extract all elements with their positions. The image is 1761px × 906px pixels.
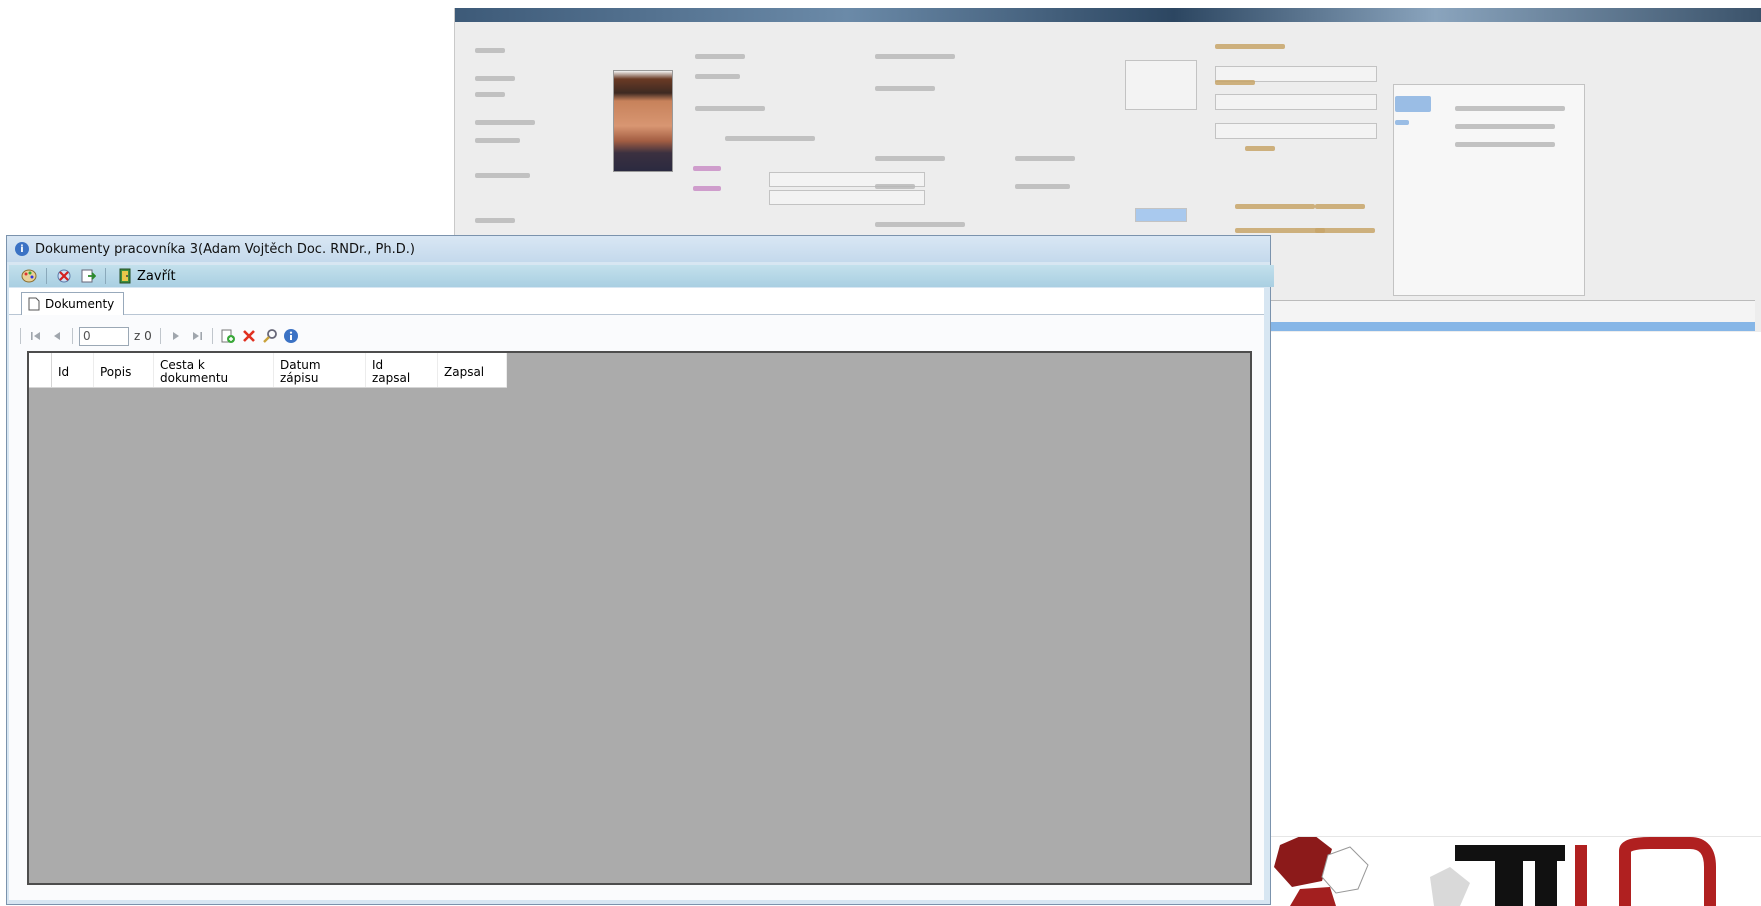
navigator-separator [159,328,161,344]
bg-text [1235,228,1325,233]
prev-record-icon[interactable] [48,327,66,345]
bg-text [1395,120,1409,125]
bg-text [475,92,505,97]
background-field [1215,123,1377,139]
column-id-zapsal[interactable]: Id zapsal [366,353,438,387]
bg-text [1315,228,1375,233]
bg-text [695,106,765,111]
row-header-corner[interactable] [29,353,52,387]
bg-text [695,74,740,79]
exit-door-icon [119,268,131,284]
bg-text [1455,106,1565,111]
employee-photo [613,70,673,172]
background-panel [1125,60,1197,110]
document-icon [28,297,40,311]
column-popis[interactable]: Popis [94,353,154,387]
background-titlebar [455,8,1761,22]
add-icon[interactable] [219,327,237,345]
info-icon: i [15,242,29,256]
background-list [1393,84,1585,296]
binding-navigator: z 0 [17,324,300,348]
bg-text [725,136,815,141]
bg-text [693,166,721,171]
navigator-separator [72,328,73,344]
column-id[interactable]: Id [52,353,94,387]
bg-text [875,184,915,189]
bg-text [875,156,945,161]
column-cesta[interactable]: Cesta k dokumentu [154,353,274,387]
grid-header: Id Popis Cesta k dokumentu Datum zápisu … [29,353,507,388]
bg-text [875,86,935,91]
window-content: Dokumenty z 0 [9,288,1264,900]
palette-icon[interactable] [19,266,39,286]
position-input[interactable] [79,326,129,346]
bg-text [1395,96,1431,112]
tab-label: Dokumenty [45,297,115,311]
last-record-icon[interactable] [188,327,206,345]
window-title: Dokumenty pracovníka 3(Adam Vojtěch Doc.… [35,241,415,257]
bg-text [1455,142,1555,147]
bg-text [475,173,530,178]
background-selected-field [1135,208,1187,222]
export-icon[interactable] [78,266,98,286]
toolbar-separator [46,268,47,284]
bg-text [1235,204,1315,209]
info-icon[interactable] [282,327,300,345]
bg-text [1015,156,1075,161]
documents-window: i Dokumenty pracovníka 3(Adam Vojtěch Do… [6,235,1274,905]
toolbar-separator [105,268,106,284]
tab-dokumenty[interactable]: Dokumenty [21,292,125,315]
delete-filter-icon[interactable] [54,266,74,286]
bg-text [1315,204,1365,209]
record-count: z 0 [134,329,152,343]
documents-grid[interactable]: Id Popis Cesta k dokumentu Datum zápisu … [27,351,1252,885]
bg-text [1245,146,1275,151]
bg-text [475,120,535,125]
navigator-separator [211,328,213,344]
next-record-icon[interactable] [167,327,185,345]
bg-text [695,54,745,59]
bg-text [1015,184,1070,189]
bg-text [475,138,520,143]
first-record-icon[interactable] [27,327,45,345]
bg-text [475,76,515,81]
edit-icon[interactable] [261,327,279,345]
bg-text [1215,80,1255,85]
grip [20,328,21,344]
bg-text [693,186,721,191]
bg-text [875,54,955,59]
bg-text [1455,124,1555,129]
bg-text [875,222,965,227]
bg-text [1215,44,1285,49]
column-zapsal[interactable]: Zapsal [438,353,507,387]
close-label: Zavřít [137,268,176,284]
bg-text [475,218,515,223]
tab-strip: Dokumenty [9,288,1264,315]
bg-text [475,48,505,53]
delete-icon[interactable] [240,327,258,345]
main-toolbar: Zavřít [9,265,1274,287]
window-titlebar[interactable]: i Dokumenty pracovníka 3(Adam Vojtěch Do… [7,236,1270,262]
column-datum[interactable]: Datum zápisu [274,353,366,387]
background-field [769,190,925,205]
company-logo [1270,836,1761,906]
close-button[interactable]: Zavřít [113,266,180,286]
background-field [1215,94,1377,110]
